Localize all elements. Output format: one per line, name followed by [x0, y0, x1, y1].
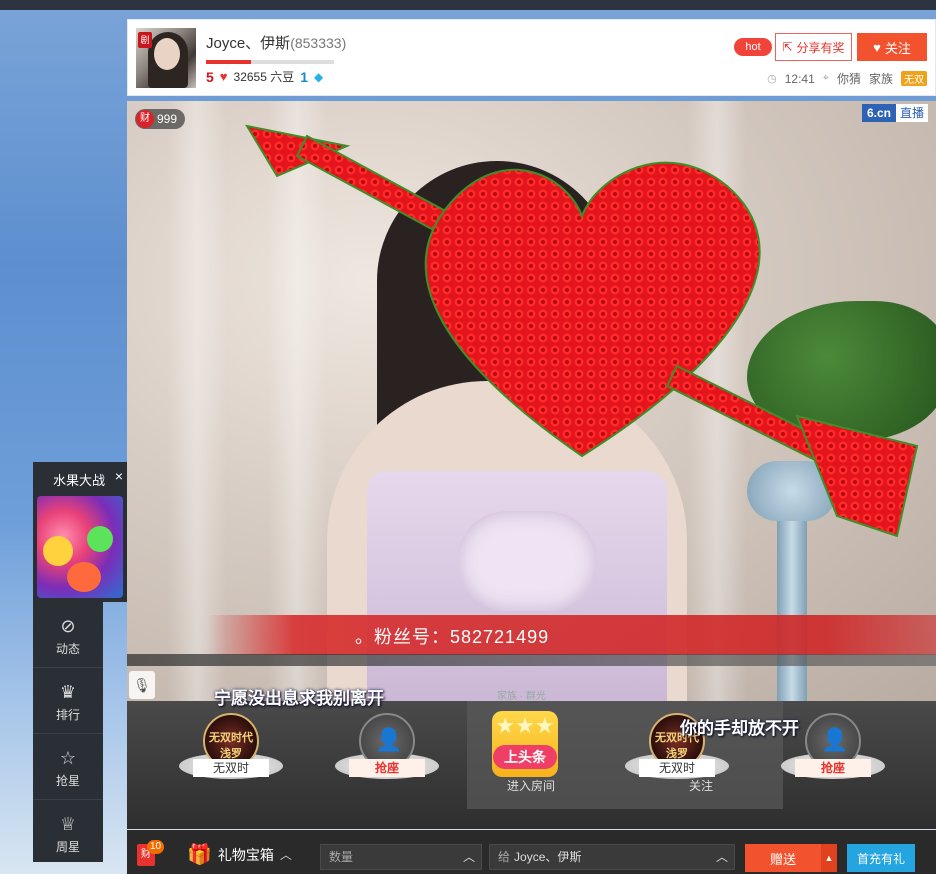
gift-box-label: 礼物宝箱	[217, 846, 274, 863]
level-progress	[206, 60, 334, 64]
family-badge[interactable]: 无双	[901, 71, 927, 86]
fan-number-text: 。粉丝号：582721499	[355, 627, 550, 647]
heart-icon: ♥	[219, 69, 228, 84]
top-strip	[0, 0, 936, 10]
banner-underline	[127, 654, 936, 666]
chevron-up-icon[interactable]: ︿	[716, 845, 728, 869]
gift-bar: 财 10 🎁 礼物宝箱 ︿ 数量 ︿ 给 Joyce、伊斯 ︿ 赠送 ▲ 首充有礼	[127, 830, 936, 874]
follow-label: 关注	[884, 40, 911, 56]
lyric-line-2: 你的手却放不开	[680, 719, 799, 738]
level-progress-fill	[206, 60, 251, 64]
seat-1[interactable]: 无双时代 浅罗 无双时	[179, 709, 289, 819]
gift-box-toggle[interactable]: 🎁 礼物宝箱 ︿	[187, 842, 292, 867]
recipient-field[interactable]: 给 Joyce、伊斯 ︿	[489, 844, 735, 870]
star-icon: ☆	[59, 748, 77, 768]
sidenav-item-grab-star[interactable]: ☆ 抢星	[33, 734, 103, 800]
family-label: 家族	[868, 72, 893, 86]
anchor-avatar[interactable]: 剧	[136, 28, 196, 88]
room-id: (853333)	[290, 35, 347, 51]
first-recharge-button[interactable]: 首充有礼	[847, 844, 915, 872]
trophy-icon: ♕	[59, 814, 77, 834]
site-logo: 6.cn 直播	[861, 104, 928, 122]
location-pin-icon: ⌖	[822, 72, 829, 84]
star-level: 1	[300, 68, 309, 85]
room-panel-faint-text: 家族 · 群光	[497, 691, 546, 702]
seat-2[interactable]: 👤 抢座	[335, 709, 445, 819]
sidenav-item-dynamic[interactable]: ⊘ 动态	[33, 602, 103, 668]
seat-3-label: 无双时	[639, 759, 715, 777]
headline-label: 上头条	[493, 745, 557, 769]
lyric-line-1: 宁愿没出息求我别离开	[214, 689, 384, 708]
send-options-arrow-icon[interactable]: ▲	[821, 844, 837, 872]
headline-button[interactable]: ★★★ 上头条	[492, 711, 558, 777]
recipient-name: Joyce、伊斯	[514, 850, 582, 864]
anchor-meta: ◷ 12:41 ⌖ 你猜 家族 无双	[767, 70, 927, 87]
anchor-name[interactable]: Joyce、伊斯(853333)	[206, 32, 346, 53]
share-label: 分享有奖	[796, 40, 845, 55]
location-text: 你猜	[836, 72, 861, 86]
person-icon: 👤	[821, 727, 849, 752]
stream-time: 12:41	[784, 71, 815, 86]
person-icon: 👤	[375, 727, 403, 752]
seat-row: 家族 · 群光 进入房间 关注 无双时代 浅罗 无双时 👤 抢座 ★★★ 上头条…	[127, 691, 936, 829]
chevron-up-icon[interactable]: ︿	[463, 845, 475, 869]
grab-seat-button[interactable]: 抢座	[349, 759, 425, 777]
anchor-stats: 5 ♥ 32655 六豆 1 ◆	[206, 68, 323, 85]
live-label: 直播	[895, 104, 928, 122]
wealth-coin-icon: 财	[136, 110, 154, 128]
crown-icon: ♛	[59, 682, 77, 702]
recipient-prefix: 给	[498, 850, 511, 864]
rose-heart-effect	[244, 124, 919, 538]
share-icon: ⇱	[782, 40, 793, 54]
hot-badge: hot	[734, 38, 772, 56]
quantity-placeholder: 数量	[329, 850, 354, 864]
fan-number-banner: 。粉丝号：582721499	[207, 615, 936, 655]
wealth-count-badge: 10	[147, 840, 165, 854]
microphone-icon[interactable]: 🎙	[129, 671, 155, 699]
enter-room-link[interactable]: 进入房间	[507, 777, 555, 794]
sidenav-item-weekly-star[interactable]: ♕ 周星	[33, 800, 103, 866]
bean-count: 32655 六豆	[233, 70, 295, 84]
clock-icon: ◷	[767, 73, 777, 85]
live-video[interactable]: 财 999 6.cn 直播 。粉丝号：582721499 🎙	[127, 101, 936, 701]
avatar-seal-icon: 剧	[138, 32, 152, 48]
share-button[interactable]: ⇱ 分享有奖	[775, 33, 852, 61]
wealth-badge[interactable]: 财 999	[135, 109, 186, 129]
game-panel[interactable]: 水果大战 ×	[33, 462, 127, 602]
wealth-value: 999	[157, 112, 178, 126]
grab-seat-button[interactable]: 抢座	[795, 759, 871, 777]
side-nav: ⊘ 动态 ♛ 排行 ☆ 抢星 ♕ 周星	[33, 602, 103, 862]
star-icon: ★★★	[495, 713, 555, 738]
gift-icon: 🎁	[187, 844, 212, 866]
anchor-header: 剧 Joyce、伊斯(853333) 5 ♥ 32655 六豆 1 ◆ hot …	[127, 19, 936, 96]
seat-1-label: 无双时	[193, 759, 269, 777]
close-icon[interactable]: ×	[115, 468, 123, 484]
anchor-name-text: Joyce、伊斯	[206, 35, 291, 52]
compass-icon: ⊘	[60, 616, 76, 636]
logo-text: 6.cn	[861, 104, 896, 122]
game-thumbnail[interactable]	[37, 496, 123, 598]
game-title: 水果大战	[53, 473, 106, 488]
diamond-icon: ◆	[314, 69, 324, 84]
sidenav-item-ranking[interactable]: ♛ 排行	[33, 668, 103, 734]
chevron-up-icon: ︿	[279, 848, 292, 862]
follow-button[interactable]: ♥ 关注	[857, 33, 927, 61]
anchor-level: 5	[206, 68, 214, 85]
seat-1-crest: 无双时代 浅罗	[209, 732, 253, 760]
send-gift-button[interactable]: 赠送	[745, 844, 821, 872]
quantity-field[interactable]: 数量 ︿	[320, 844, 482, 870]
heart-icon: ♥	[873, 39, 881, 55]
